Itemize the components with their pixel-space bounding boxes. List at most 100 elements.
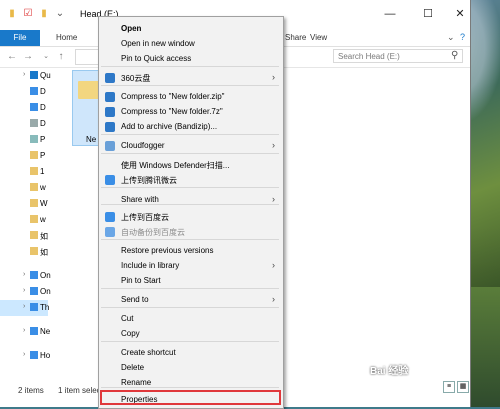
menu-item-pin-to-quick-access[interactable]: Pin to Quick access	[99, 51, 283, 66]
forward-button[interactable]: →	[22, 50, 34, 64]
menu-item-share-with[interactable]: Share with ›	[99, 192, 283, 207]
properties-quick-icon[interactable]: ☑	[22, 8, 34, 20]
sidebar-item[interactable]: w	[0, 180, 48, 196]
folder-icon	[30, 247, 38, 255]
sidebar-item-label: w	[40, 215, 46, 224]
sidebar-item[interactable]: D	[0, 100, 48, 116]
quick-access-toolbar-dropdown-icon[interactable]: ⌄	[54, 8, 66, 20]
new-folder-quick-icon[interactable]: ▮	[38, 8, 50, 20]
search-input[interactable]: Search Head (E:)	[333, 49, 463, 63]
sidebar-item[interactable]: › Ho	[0, 348, 50, 364]
menu-separator	[101, 307, 279, 308]
menu-item-compress-to-new-folder-zip[interactable]: Compress to "New folder.zip"	[99, 89, 283, 104]
menu-item-windows-defender[interactable]: 使用 Windows Defender扫描...	[99, 157, 283, 172]
sidebar-item[interactable]: P	[0, 148, 48, 164]
menu-item-label: Add to archive (Bandizip)...	[121, 122, 218, 131]
help-icon[interactable]: ?	[460, 32, 465, 42]
sidebar-item[interactable]: D	[0, 84, 48, 100]
menu-separator	[101, 66, 279, 67]
maximize-button[interactable]: ☐	[418, 6, 438, 22]
menu-item-label: Pin to Start	[121, 276, 161, 285]
selection-count: 1 item selec	[58, 386, 101, 395]
menu-separator	[101, 134, 279, 135]
menu-item-label: Open	[121, 24, 142, 33]
menu-separator	[101, 341, 279, 342]
menu-item-label: Send to	[121, 295, 149, 304]
onedrive-icon	[30, 287, 38, 295]
recent-locations-chevron-icon[interactable]: ⌄	[40, 50, 52, 64]
menu-item-pin-to-start[interactable]: Pin to Start	[99, 273, 283, 288]
expand-chevron-icon[interactable]: ›	[23, 303, 25, 310]
ribbon-expand-chevron-icon[interactable]: ⌄	[447, 32, 455, 43]
sidebar-item[interactable]: P	[0, 132, 48, 148]
submenu-arrow-icon: ›	[272, 194, 275, 204]
bandizip-icon	[105, 122, 115, 132]
sidebar-item-label: Th	[40, 303, 50, 312]
menu-separator	[101, 85, 279, 86]
sidebar-item-label: W	[40, 199, 48, 208]
up-button[interactable]: ↑	[55, 50, 67, 64]
folder-name-label: Ne	[86, 135, 97, 144]
menu-item-label: Pin to Quick access	[121, 54, 192, 63]
menu-item-label: 360云盘	[121, 74, 151, 83]
sidebar-item[interactable]: › Qu	[0, 68, 51, 84]
context-menu: Open Open in new window Pin to Quick acces…	[98, 16, 284, 409]
bandizip-icon	[105, 107, 115, 117]
expand-chevron-icon[interactable]: ›	[23, 351, 25, 358]
menu-item-label: Copy	[121, 329, 140, 338]
tab-share[interactable]: Share	[285, 30, 306, 46]
back-button[interactable]: ←	[6, 50, 18, 64]
sidebar-item[interactable]: D	[0, 116, 48, 132]
menu-item-label: Include in library	[121, 261, 180, 270]
menu-item-add-to-archive-bandizip[interactable]: Add to archive (Bandizip)...	[99, 119, 283, 134]
menu-item-rename[interactable]: Rename	[99, 375, 283, 390]
menu-separator	[101, 187, 279, 188]
minimize-button[interactable]: —	[380, 6, 400, 22]
expand-chevron-icon[interactable]: ›	[23, 327, 25, 334]
menu-item-delete[interactable]: Delete	[99, 360, 283, 375]
expand-chevron-icon[interactable]: ›	[23, 271, 25, 278]
sidebar-item[interactable]: W	[0, 196, 48, 212]
sidebar-item-label: D	[40, 87, 46, 96]
sidebar-item-label: 如	[40, 232, 48, 241]
menu-item-item-12[interactable]: 自动备份到百度云	[99, 224, 283, 239]
sidebar-item[interactable]: 如	[0, 244, 48, 260]
menu-item-create-shortcut[interactable]: Create shortcut	[99, 345, 283, 360]
sidebar-item-label: 如	[40, 248, 48, 257]
expand-chevron-icon[interactable]: ›	[23, 71, 25, 78]
menu-item-360[interactable]: 360云盘 ›	[99, 70, 283, 85]
menu-item-item-11[interactable]: 上传到百度云	[99, 209, 283, 224]
large-icons-view-button[interactable]: ▦	[457, 381, 469, 393]
sidebar-item[interactable]: w	[0, 212, 48, 228]
tab-view[interactable]: View	[310, 30, 327, 46]
menu-separator	[101, 153, 279, 154]
sidebar-item[interactable]: › Th	[0, 300, 50, 316]
sidebar-item-label: D	[40, 103, 46, 112]
menu-item-open-in-new-window[interactable]: Open in new window	[99, 36, 283, 51]
sidebar-item[interactable]: 如	[0, 228, 48, 244]
menu-item-compress-to-new-folder-7z[interactable]: Compress to "New folder.7z"	[99, 104, 283, 119]
menu-item-open[interactable]: Open	[99, 21, 283, 36]
menu-item-cloudfogger[interactable]: Cloudfogger ›	[99, 138, 283, 153]
menu-item-copy[interactable]: Copy	[99, 326, 283, 341]
item-count: 2 items	[18, 386, 44, 395]
menu-item-cut[interactable]: Cut	[99, 311, 283, 326]
folder-icon	[30, 199, 38, 207]
close-button[interactable]: ✕	[450, 6, 470, 22]
menu-item-item-9[interactable]: 上传到腾讯微云	[99, 172, 283, 187]
tab-file[interactable]: File	[0, 30, 40, 46]
menu-item-restore-previous-versions[interactable]: Restore previous versions	[99, 243, 283, 258]
menu-item-include-in-library[interactable]: Include in library ›	[99, 258, 283, 273]
tab-home[interactable]: Home	[56, 30, 77, 46]
expand-chevron-icon[interactable]: ›	[23, 287, 25, 294]
sidebar-item[interactable]: › Ne	[0, 324, 50, 340]
sidebar-item[interactable]: › On	[0, 284, 51, 300]
star-icon	[30, 71, 38, 79]
sidebar-item-label: D	[40, 119, 46, 128]
menu-item-label: 自动备份到百度云	[121, 228, 185, 237]
menu-item-label: 上传到腾讯微云	[121, 176, 177, 185]
sidebar-item[interactable]: › On	[0, 268, 51, 284]
sidebar-item[interactable]: 1	[0, 164, 48, 180]
menu-item-send-to[interactable]: Send to ›	[99, 292, 283, 307]
pictures-icon	[30, 135, 38, 143]
